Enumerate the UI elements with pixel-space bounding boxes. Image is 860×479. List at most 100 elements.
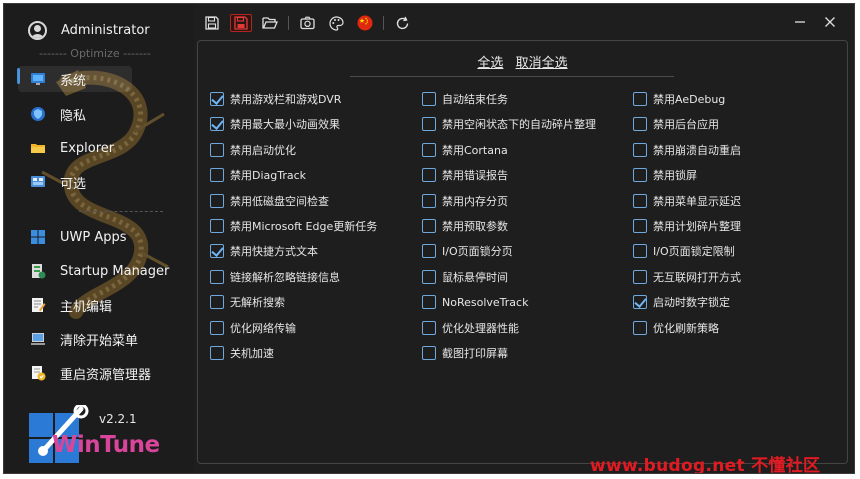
checkbox-unchecked[interactable] xyxy=(422,117,436,132)
toolbar-separator xyxy=(288,16,289,30)
checkbox-unchecked[interactable] xyxy=(633,117,647,132)
checkbox-unchecked[interactable] xyxy=(210,269,224,284)
option-checkbox[interactable]: 禁用菜单显示延迟 xyxy=(633,192,741,210)
option-checkbox[interactable]: 链接解析忽略链接信息 xyxy=(210,268,340,286)
checkbox-unchecked[interactable] xyxy=(422,168,436,183)
option-checkbox[interactable]: 禁用DiagTrack xyxy=(210,166,306,184)
minimize-icon[interactable] xyxy=(792,14,808,30)
option-label: 禁用Cortana xyxy=(442,143,508,157)
option-label: 禁用Microsoft Edge更新任务 xyxy=(230,220,378,233)
checkbox-unchecked[interactable] xyxy=(422,346,436,360)
checkbox-unchecked[interactable] xyxy=(633,244,647,259)
option-label: 自动结束任务 xyxy=(442,93,508,106)
option-label: 禁用错误报告 xyxy=(442,169,508,183)
checkbox-unchecked[interactable] xyxy=(633,168,647,183)
option-checkbox[interactable]: 禁用AeDebug xyxy=(633,90,725,108)
option-checkbox[interactable]: 禁用预取参数 xyxy=(422,217,508,235)
theme-button[interactable] xyxy=(325,14,347,32)
option-checkbox[interactable]: I/O页面锁分页 xyxy=(422,242,513,260)
checkbox-unchecked[interactable] xyxy=(422,92,436,106)
checkbox-unchecked[interactable] xyxy=(422,244,436,259)
checkbox-unchecked[interactable] xyxy=(422,193,436,208)
sidebar-item-privacy[interactable]: 隐私 xyxy=(18,101,132,127)
select-all-link[interactable]: 全选 xyxy=(477,56,503,71)
option-checkbox[interactable]: 无解析搜索 xyxy=(210,293,285,311)
screenshot-button[interactable] xyxy=(296,14,318,32)
sidebar-item-label: UWP Apps xyxy=(60,229,127,245)
checkbox-unchecked[interactable] xyxy=(210,320,224,335)
sidebar-item-optional[interactable]: 可选 xyxy=(18,169,132,195)
checkbox-unchecked[interactable] xyxy=(210,168,224,183)
checkbox-unchecked[interactable] xyxy=(210,346,224,360)
option-checkbox[interactable]: 禁用锁屏 xyxy=(633,166,697,184)
language-button[interactable] xyxy=(354,14,376,32)
checkbox-checked[interactable] xyxy=(633,295,647,310)
option-label: 优化网络传输 xyxy=(230,321,296,335)
option-checkbox[interactable]: 无互联网打开方式 xyxy=(633,268,741,286)
option-checkbox[interactable]: 禁用Microsoft Edge更新任务 xyxy=(210,217,377,235)
open-folder-button[interactable] xyxy=(259,14,281,32)
site-watermark: www.budog.net 不懂社区 xyxy=(590,456,821,474)
option-checkbox[interactable]: 启动时数字锁定 xyxy=(633,293,730,311)
sidebar-item-startup-manager[interactable]: Startup Manager xyxy=(18,258,169,284)
checkbox-unchecked[interactable] xyxy=(422,320,436,335)
restart-explorer-icon xyxy=(32,366,46,381)
option-checkbox[interactable]: 禁用启动优化 xyxy=(210,141,296,159)
option-checkbox[interactable]: 关机加速 xyxy=(210,344,274,362)
option-checkbox[interactable]: 禁用内存分页 xyxy=(422,192,508,210)
option-checkbox[interactable]: I/O页面锁定限制 xyxy=(633,242,735,260)
checkbox-unchecked[interactable] xyxy=(422,269,436,284)
save-as-button[interactable] xyxy=(230,14,252,32)
close-icon[interactable] xyxy=(822,14,838,30)
option-checkbox[interactable]: NoResolveTrack xyxy=(422,293,528,311)
option-checkbox[interactable]: 禁用后台应用 xyxy=(633,115,719,133)
option-label: 禁用游戏栏和游戏DVR xyxy=(230,93,342,106)
sidebar-item-hosts-edit[interactable]: 主机编辑 xyxy=(18,292,158,318)
option-label: 禁用预取参数 xyxy=(442,220,508,233)
option-checkbox[interactable]: 优化网络传输 xyxy=(210,319,296,337)
sidebar-item-explorer[interactable]: Explorer xyxy=(18,135,132,161)
option-checkbox[interactable]: 禁用快捷方式文本 xyxy=(210,242,318,260)
checkbox-unchecked[interactable] xyxy=(210,193,224,208)
option-checkbox[interactable]: 禁用游戏栏和游戏DVR xyxy=(210,90,341,108)
option-checkbox[interactable]: 截图打印屏幕 xyxy=(422,344,508,362)
checkbox-unchecked[interactable] xyxy=(210,219,224,233)
checkbox-unchecked[interactable] xyxy=(210,295,224,310)
option-checkbox[interactable]: 禁用计划碎片整理 xyxy=(633,217,741,235)
sidebar-item-system[interactable]: 系统 xyxy=(18,66,132,92)
deselect-all-link[interactable]: 取消全选 xyxy=(516,56,568,71)
checkbox-unchecked[interactable] xyxy=(422,295,436,310)
checkbox-unchecked[interactable] xyxy=(210,142,224,157)
checkbox-unchecked[interactable] xyxy=(422,142,436,157)
option-checkbox[interactable]: 禁用错误报告 xyxy=(422,166,508,184)
option-checkbox[interactable]: 禁用空闲状态下的自动碎片整理 xyxy=(422,115,596,133)
option-checkbox[interactable]: 禁用最大最小动画效果 xyxy=(210,115,340,133)
option-label: 禁用空闲状态下的自动碎片整理 xyxy=(442,118,596,132)
checkbox-unchecked[interactable] xyxy=(633,269,647,284)
checkbox-unchecked[interactable] xyxy=(633,320,647,335)
checkbox-unchecked[interactable] xyxy=(633,219,647,233)
sidebar-item-uwp-apps[interactable]: UWP Apps xyxy=(18,224,158,250)
checkbox-checked[interactable] xyxy=(210,117,224,132)
checkbox-unchecked[interactable] xyxy=(422,219,436,233)
option-label: 优化刷新策略 xyxy=(653,321,719,335)
option-checkbox[interactable]: 禁用崩溃自动重启 xyxy=(633,141,741,159)
checkbox-checked[interactable] xyxy=(210,92,224,106)
option-label: 关机加速 xyxy=(230,347,274,360)
save-button[interactable] xyxy=(201,14,223,32)
option-checkbox[interactable]: 自动结束任务 xyxy=(422,90,508,108)
option-checkbox[interactable]: 禁用Cortana xyxy=(422,141,508,159)
checkbox-unchecked[interactable] xyxy=(633,193,647,208)
checkbox-unchecked[interactable] xyxy=(633,92,647,106)
option-checkbox[interactable]: 禁用低磁盘空间检查 xyxy=(210,192,329,210)
option-checkbox[interactable]: 优化处理器性能 xyxy=(422,319,519,337)
option-checkbox[interactable]: 优化刷新策略 xyxy=(633,319,719,337)
option-label: 禁用快捷方式文本 xyxy=(230,245,318,259)
sidebar-item-restart-explorer[interactable]: 重启资源管理器 xyxy=(18,360,178,386)
checkbox-checked[interactable] xyxy=(210,244,224,259)
sidebar-item-clear-start-menu[interactable]: 清除开始菜单 xyxy=(18,326,168,352)
save-as-icon xyxy=(234,16,248,30)
option-checkbox[interactable]: 鼠标悬停时间 xyxy=(422,268,508,286)
checkbox-unchecked[interactable] xyxy=(633,142,647,157)
refresh-button[interactable] xyxy=(391,14,413,32)
